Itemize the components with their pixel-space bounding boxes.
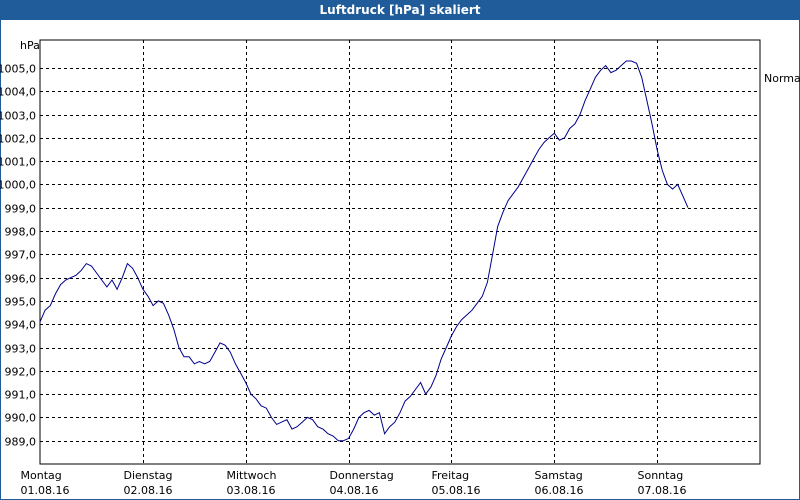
y-tick-label: 1001,0 <box>0 156 36 169</box>
y-tick-label: 1002,0 <box>0 133 36 146</box>
y-tick-label: 1000,0 <box>0 179 36 192</box>
y-tick-label: 995,0 <box>5 296 37 309</box>
x-tick-date: 04.08.16 <box>330 484 379 497</box>
y-tick-label: 1003,0 <box>0 110 36 123</box>
x-tick-date: 05.08.16 <box>432 484 481 497</box>
x-tick-date: 07.08.16 <box>638 484 687 497</box>
x-tick-weekday: Sonntag <box>638 469 684 482</box>
x-tick-date: 06.08.16 <box>535 484 584 497</box>
x-tick-date: 03.08.16 <box>227 484 276 497</box>
x-tick-weekday: Freitag <box>432 469 470 482</box>
y-tick-label: 991,0 <box>5 389 37 402</box>
y-tick-label: 997,0 <box>5 249 37 262</box>
y-tick-label: 989,0 <box>5 436 37 449</box>
x-tick-date: 01.08.16 <box>21 484 70 497</box>
x-tick-date: 02.08.16 <box>124 484 173 497</box>
y-tick-label: 993,0 <box>5 343 37 356</box>
y-tick-label: 990,0 <box>5 412 37 425</box>
y-tick-label: 992,0 <box>5 366 37 379</box>
y-tick-label: 1004,0 <box>0 86 36 99</box>
x-tick-weekday: Montag <box>21 469 62 482</box>
y-tick-label: 1005,0 <box>0 63 36 76</box>
grid-lines <box>40 40 760 464</box>
plot-area-border <box>39 39 761 465</box>
y-tick-label: 999,0 <box>5 203 37 216</box>
x-tick-weekday: Donnerstag <box>330 469 394 482</box>
x-tick-weekday: Mittwoch <box>227 469 277 482</box>
pressure-series-line <box>39 60 689 442</box>
normal-label: Normal <box>764 72 800 85</box>
pressure-chart: hPa Normal 989,0 990,0 991,0 992,0 993,0 994,… <box>0 39 800 497</box>
y-tick-label: 994,0 <box>5 319 37 332</box>
x-tick-labels: Montag 01.08.16 Dienstag 02.08.16 Mittwoch 03… <box>21 469 687 497</box>
x-tick-weekday: Dienstag <box>124 469 173 482</box>
y-axis-label: hPa <box>20 39 40 52</box>
y-tick-label: 996,0 <box>5 273 37 286</box>
x-tick-weekday: Samstag <box>535 469 583 482</box>
y-tick-labels: 989,0 990,0 991,0 992,0 993,0 994,0 995,0 996,0… <box>0 63 36 449</box>
y-tick-label: 998,0 <box>5 226 37 239</box>
